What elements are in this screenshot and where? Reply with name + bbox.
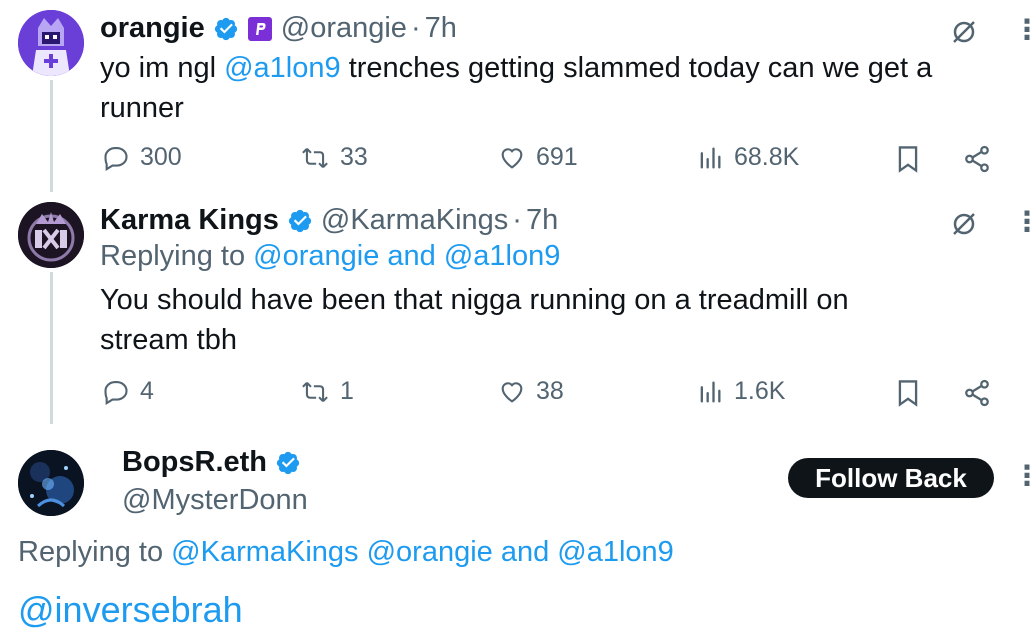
user-handle[interactable]: @MysterDonn [122,484,308,517]
like-count: 691 [536,143,578,171]
views-icon [700,381,721,402]
user-handle[interactable]: @KarmaKings [321,204,508,237]
display-name[interactable]: Karma Kings [100,204,279,237]
timestamp[interactable]: 7h [425,12,457,45]
repost-count: 1 [340,377,354,405]
reply-count: 300 [140,143,182,171]
repost-icon [302,147,328,168]
avatar[interactable] [18,202,84,268]
separator-dot: · [512,204,522,236]
bookmark-icon[interactable] [894,378,922,413]
reply-button[interactable]: 4 [102,377,154,406]
repost-button[interactable]: 1 [300,377,354,406]
follow-back-button[interactable]: Follow Back [788,458,994,498]
replying-to-label: Replying to [18,536,172,568]
display-name[interactable]: BopsR.eth [122,446,267,479]
repost-button[interactable]: 33 [300,143,368,172]
separator-dot: · [410,12,421,44]
more-icon[interactable]: ⋮ [1013,208,1032,236]
views-button[interactable]: 1.6K [696,377,785,406]
reply-button[interactable]: 300 [102,143,182,172]
reply-count: 4 [140,377,154,405]
grok-icon[interactable] [950,210,978,243]
like-button[interactable]: 691 [498,143,578,172]
replying-to: Replying to @KarmaKings @orangie and @a1… [18,532,674,572]
more-icon[interactable]: ⋮ [1013,462,1032,490]
tweet-text: You should have been that nigga running … [100,284,849,356]
thread-line [50,80,53,192]
verified-icon [213,16,239,42]
timestamp[interactable]: 7h [526,204,558,237]
like-count: 38 [536,377,564,405]
display-name[interactable]: orangie [100,12,205,45]
views-button[interactable]: 68.8K [696,143,799,172]
tweet-orangie[interactable]: orangie @orangie · 7h ⋮ yo im ngl @a1lon… [0,0,1032,192]
reply-icon [104,380,128,405]
tweet-text-mention[interactable]: @inversebrah [18,586,243,634]
like-button[interactable]: 38 [498,377,564,406]
tweet-karma-kings[interactable]: Karma Kings @KarmaKings · 7h ⋮ Replying … [0,192,1032,424]
views-icon [700,147,721,168]
share-icon[interactable] [962,144,992,179]
like-icon [501,147,523,169]
verified-icon [287,208,313,234]
replying-to-users[interactable]: @KarmaKings @orangie and @a1lon9 [171,536,674,568]
thread-line [50,272,53,424]
main-tweet: BopsR.eth @MysterDonn Follow Back ⋮ Repl… [0,430,1032,642]
repost-icon [302,381,328,402]
share-icon[interactable] [962,378,992,413]
tweet-text-part: yo im ngl [100,52,225,84]
tweet-text: yo im ngl @a1lon9 trenches getting slamm… [100,48,1010,128]
user-handle[interactable]: @orangie [281,12,407,45]
tweet-header: orangie @orangie · 7h [100,12,457,45]
mention-link[interactable]: @a1lon9 [224,52,341,84]
avatar[interactable] [18,450,84,516]
views-count: 1.6K [734,377,786,405]
author-handle-row: @MysterDonn [122,484,308,517]
tweet-header: Karma Kings @KarmaKings · 7h [100,204,558,237]
reply-icon [104,146,128,171]
replying-to-label: Replying to [100,240,254,272]
affiliate-icon[interactable] [247,16,273,42]
like-icon [501,381,523,403]
replying-to-users[interactable]: @orangie and @a1lon9 [253,240,560,272]
grok-icon[interactable] [950,18,978,51]
repost-count: 33 [340,143,368,171]
more-icon[interactable]: ⋮ [1013,16,1032,44]
views-count: 68.8K [734,143,800,171]
replying-to: Replying to @orangie and @a1lon9 [100,236,560,276]
bookmark-icon[interactable] [894,144,922,179]
avatar[interactable] [18,10,84,76]
author-name-row: BopsR.eth [122,446,301,479]
verified-icon [275,450,301,476]
